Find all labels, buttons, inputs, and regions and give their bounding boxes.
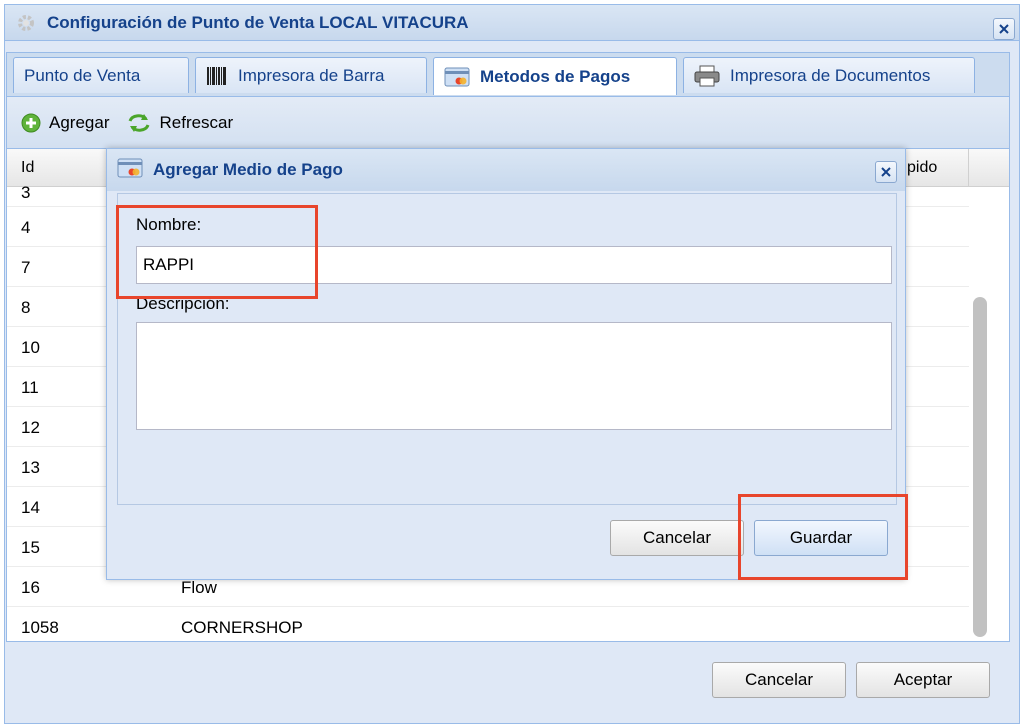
nombre-highlight-box xyxy=(116,205,318,299)
add-button[interactable]: Agregar xyxy=(21,113,109,133)
window-cancel-button[interactable]: Cancelar xyxy=(712,662,846,698)
close-icon xyxy=(999,24,1009,34)
dialog-cancel-button[interactable]: Cancelar xyxy=(610,520,744,556)
add-button-label: Agregar xyxy=(49,112,110,132)
dialog-close-button[interactable] xyxy=(875,161,897,183)
tab-impresora-de-documentos[interactable]: Impresora de Documentos xyxy=(683,57,975,93)
tab-label: Impresora de Barra xyxy=(238,65,385,85)
tab-metodos-de-pagos[interactable]: Metodos de Pagos xyxy=(433,57,677,95)
printer-icon xyxy=(694,65,720,87)
refresh-button-label: Refrescar xyxy=(159,112,234,132)
tab-impresora-de-barra[interactable]: Impresora de Barra xyxy=(195,57,427,93)
window-accept-button[interactable]: Aceptar xyxy=(856,662,990,698)
barcode-icon xyxy=(206,66,228,86)
tab-punto-de-venta[interactable]: Punto de Venta xyxy=(13,57,189,93)
save-highlight-box xyxy=(738,494,908,580)
window-title: Configuración de Punto de Venta LOCAL VI… xyxy=(47,12,469,32)
window-close-button[interactable] xyxy=(993,18,1015,40)
tab-bar: Punto de Venta Impresora de Barra Metodo… xyxy=(6,52,1010,96)
close-icon xyxy=(881,167,891,177)
refresh-button[interactable]: Refrescar xyxy=(127,112,233,134)
grid-scrollbar[interactable] xyxy=(973,297,987,637)
gear-icon xyxy=(13,10,39,36)
window-header: Configuración de Punto de Venta LOCAL VI… xyxy=(5,5,1019,41)
descripcion-textarea[interactable] xyxy=(136,322,892,430)
tab-label: Punto de Venta xyxy=(24,65,141,85)
toolbar: Agregar Refrescar xyxy=(7,97,1009,149)
tab-label: Metodos de Pagos xyxy=(480,66,631,86)
dialog-title: Agregar Medio de Pago xyxy=(153,160,343,179)
refresh-icon xyxy=(127,112,151,134)
tab-label: Impresora de Documentos xyxy=(730,65,931,85)
dialog-header: Agregar Medio de Pago xyxy=(107,149,905,191)
table-row[interactable]: 1058 CORNERSHOP xyxy=(7,607,969,641)
add-icon xyxy=(21,113,41,133)
payment-card-icon xyxy=(117,157,143,184)
column-header-partial: pido xyxy=(907,159,938,176)
payment-card-icon xyxy=(444,66,470,88)
